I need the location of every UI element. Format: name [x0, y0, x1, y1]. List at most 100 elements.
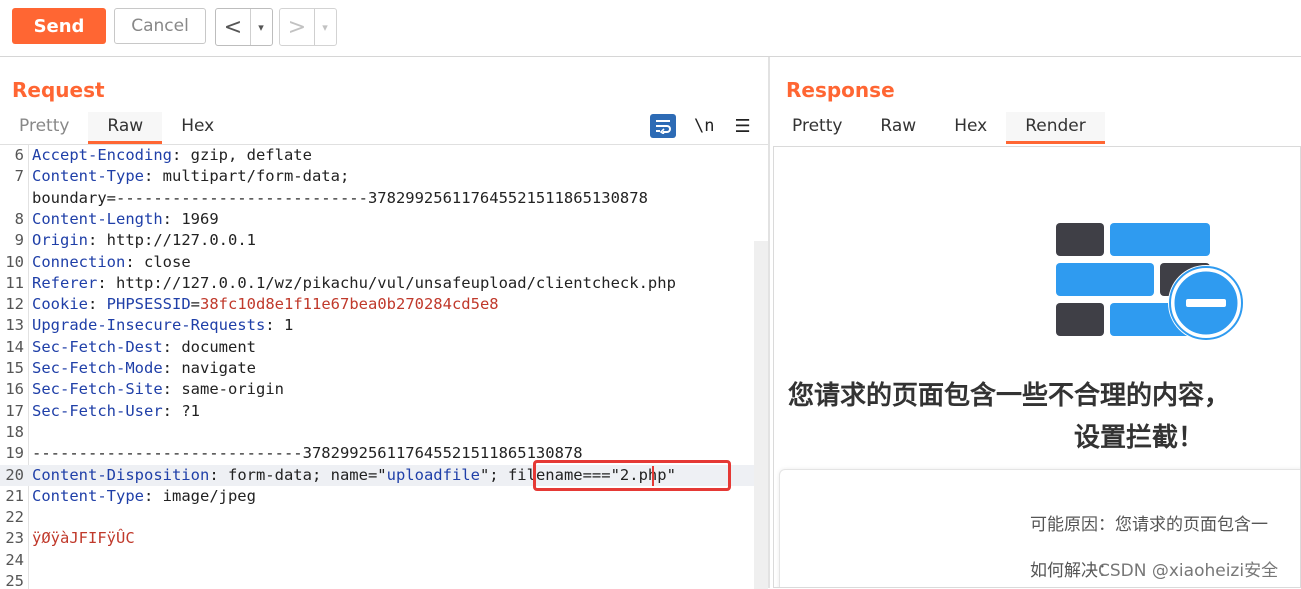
code-line[interactable]: 7 Content-Type: multipart/form-data; — [0, 166, 760, 187]
line-content: Sec-Fetch-User: ?1 — [32, 401, 200, 422]
line-number: 11 — [5, 273, 24, 292]
response-tab-hex[interactable]: Hex — [935, 112, 1006, 142]
line-content: Content-Type: image/jpeg — [32, 486, 256, 507]
header-key: Origin — [32, 231, 88, 250]
request-tab-hex[interactable]: Hex — [162, 112, 233, 142]
code-line[interactable]: 25 — [0, 571, 760, 589]
request-tab-pretty[interactable]: Pretty — [0, 112, 88, 142]
code-line[interactable]: 14 Sec-Fetch-Dest: document — [0, 337, 760, 358]
header-key: Connection — [32, 252, 126, 271]
header-key: Content-Length — [32, 209, 163, 228]
send-button[interactable]: Send — [12, 8, 106, 44]
code-line[interactable]: 23 ÿØÿàJFIFÿÛC — [0, 528, 760, 549]
line-content: Content-Length: 1969 — [32, 209, 219, 230]
line-number: 15 — [5, 359, 24, 377]
word-wrap-icon[interactable] — [650, 114, 676, 138]
response-tabs: Pretty Raw Hex Render — [773, 112, 1105, 144]
header-key: Upgrade-Insecure-Requests — [32, 316, 266, 335]
newline-toggle-icon[interactable]: \n — [694, 116, 714, 136]
header-key: Cookie — [32, 295, 88, 314]
header-separator: : — [143, 167, 163, 186]
editor-scrollbar[interactable] — [754, 241, 768, 589]
header-key: Accept-Encoding — [32, 146, 172, 164]
line-number: 25 — [5, 572, 24, 589]
line-number: 7 — [14, 167, 24, 186]
header-key: Sec-Fetch-Mode — [32, 359, 163, 377]
cancel-button[interactable]: Cancel — [114, 8, 206, 44]
header-value: navigate — [181, 359, 256, 377]
response-tab-raw[interactable]: Raw — [861, 112, 935, 142]
toolbar: Send Cancel < ▾ > ▾ — [0, 0, 1301, 57]
header-separator: : — [88, 295, 107, 314]
code-line[interactable]: 8 Content-Length: 1969 — [0, 209, 760, 230]
back-nav-group: < ▾ — [215, 8, 273, 46]
header-value: multipart/form-data; — [162, 167, 350, 186]
line-number: 21 — [5, 486, 24, 505]
header-value: 1 — [283, 316, 294, 335]
header-separator: : — [265, 316, 284, 335]
header-value: document — [181, 337, 256, 356]
request-editor[interactable]: 6 Accept-Encoding: gzip, deflate 7 Content-… — [0, 144, 768, 589]
line-content: Accept-Encoding: gzip, deflate — [32, 145, 312, 166]
line-content: Sec-Fetch-Site: same-origin — [32, 379, 284, 400]
code-line[interactable]: 16 Sec-Fetch-Site: same-origin — [0, 379, 760, 400]
header-separator: : — [88, 231, 107, 250]
code-line[interactable]: 15 Sec-Fetch-Mode: navigate — [0, 358, 760, 379]
code-line[interactable]: 17 Sec-Fetch-User: ?1 — [0, 401, 760, 422]
header-key: Sec-Fetch-Dest — [32, 337, 163, 356]
response-tab-pretty[interactable]: Pretty — [773, 112, 861, 142]
line-content: -----------------------------37829925611… — [32, 443, 583, 464]
text-cursor — [652, 466, 654, 486]
code-line[interactable]: 18 — [0, 422, 760, 443]
line-number: 23 — [5, 529, 24, 548]
header-value: gzip, deflate — [190, 146, 312, 164]
code-line[interactable]: 24 — [0, 550, 760, 571]
header-key: Sec-Fetch-User — [32, 401, 163, 420]
code-line[interactable]: 9 Origin: http://127.0.0.1 — [0, 230, 760, 251]
code-line[interactable]: 10 Connection: close — [0, 252, 760, 273]
request-tabs: Pretty Raw Hex — [0, 112, 233, 144]
code-line[interactable]: 12 Cookie: PHPSESSID=38fc10d8e1f11e67bea0… — [0, 294, 760, 315]
header-separator: : — [162, 337, 182, 356]
header-value: image/jpeg — [162, 486, 256, 505]
header-value: ?1 — [181, 401, 200, 420]
line-number: 9 — [14, 231, 24, 250]
line-number: 14 — [5, 337, 24, 356]
header-separator: : — [171, 146, 191, 164]
line-number: 16 — [5, 380, 24, 399]
watermark: CSDN @xiaoheizi安全 — [1098, 561, 1279, 581]
code-line[interactable]: 11 Referer: http://127.0.0.1/wz/pikachu/v… — [0, 273, 760, 294]
header-separator: : — [162, 359, 182, 377]
back-arrow-icon[interactable]: < — [216, 9, 250, 45]
request-tab-raw[interactable]: Raw — [88, 112, 163, 144]
line-content: ÿØÿàJFIFÿÛC — [32, 528, 135, 549]
block-message-line1: 您请求的页面包含一些不合理的内容， — [788, 381, 1231, 411]
header-value: -----------------------------37829925611… — [32, 444, 583, 463]
header-separator: : — [162, 380, 182, 399]
line-number: 17 — [5, 401, 24, 420]
header-separator: : — [97, 273, 116, 292]
back-dropdown-icon[interactable]: ▾ — [250, 9, 271, 45]
filename-highlight-box — [533, 460, 731, 491]
response-tab-render[interactable]: Render — [1006, 112, 1105, 144]
forward-arrow-icon[interactable]: > — [280, 9, 314, 45]
line-content: boundary=---------------------------3782… — [32, 188, 648, 209]
firewall-block-icon — [1056, 223, 1244, 341]
menu-icon[interactable]: ☰ — [734, 116, 750, 137]
header-value: boundary=---------------------------3782… — [32, 188, 648, 207]
header-separator: : — [162, 401, 182, 420]
line-number: 22 — [5, 508, 24, 527]
header-value: ÿØÿàJFIFÿÛC — [32, 529, 135, 548]
code-line[interactable]: 13 Upgrade-Insecure-Requests: 1 — [0, 315, 760, 336]
code-line[interactable]: 22 — [0, 507, 760, 528]
header-key: Content-Disposition — [32, 465, 210, 484]
code-line[interactable]: boundary=---------------------------3782… — [0, 188, 760, 209]
header-key: Content-Type — [32, 167, 144, 186]
panel-divider[interactable] — [768, 57, 770, 588]
line-number: 6 — [14, 146, 24, 164]
header-key: Content-Type — [32, 486, 144, 505]
line-number: 18 — [5, 422, 24, 441]
line-content: Sec-Fetch-Dest: document — [32, 337, 256, 358]
code-line[interactable]: 6 Accept-Encoding: gzip, deflate — [0, 145, 760, 166]
forward-dropdown-icon[interactable]: ▾ — [314, 9, 335, 45]
